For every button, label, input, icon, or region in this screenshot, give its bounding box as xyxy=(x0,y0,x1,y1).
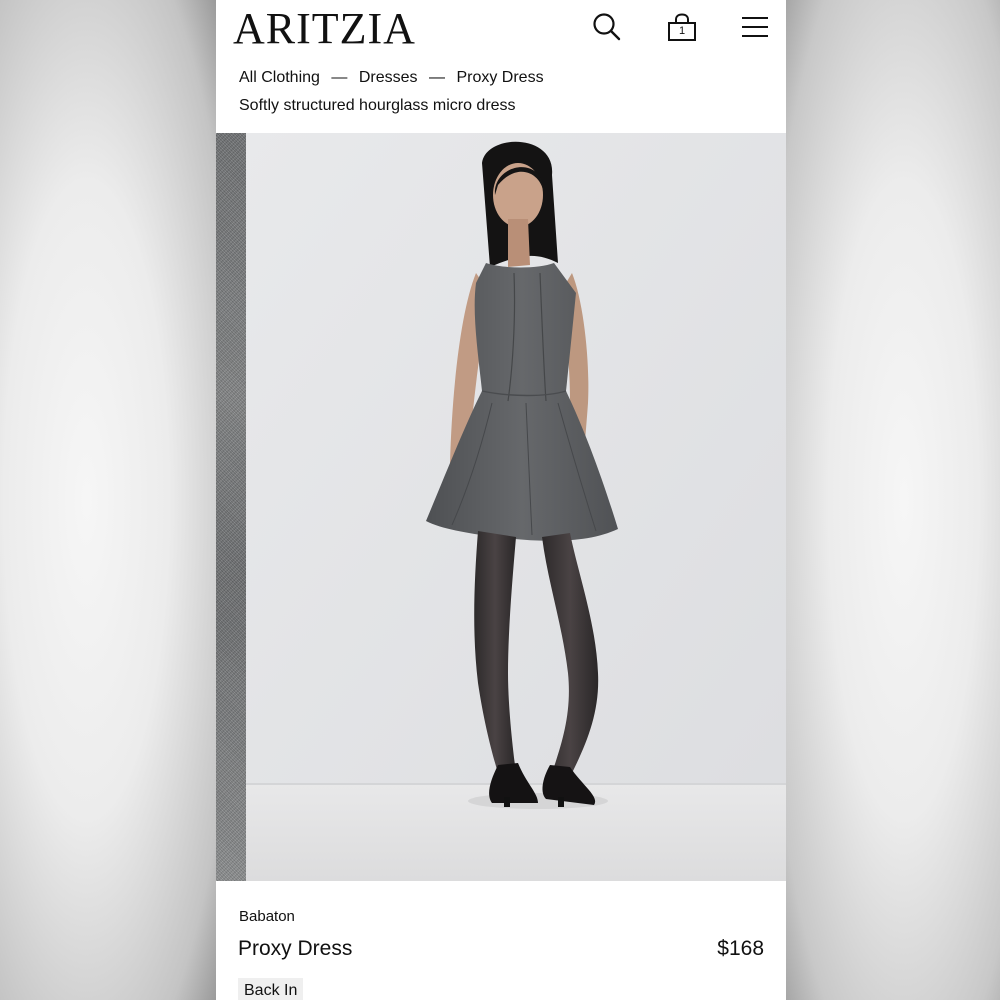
fabric-swatch-image[interactable] xyxy=(216,133,246,881)
site-header: ARITZIA 1 xyxy=(216,0,786,58)
brand-logo[interactable]: ARITZIA xyxy=(233,6,416,52)
product-name: Proxy Dress xyxy=(238,937,353,960)
product-price: $168 xyxy=(717,937,764,960)
model-photo[interactable] xyxy=(246,133,786,881)
breadcrumb-proxy-dress: Proxy Dress xyxy=(456,69,544,86)
breadcrumb: All Clothing — Dresses — Proxy Dress xyxy=(239,67,544,89)
status-badge: Back In xyxy=(238,978,304,1000)
blurred-background-right xyxy=(786,0,1000,1000)
product-image-gallery[interactable] xyxy=(216,133,786,881)
breadcrumb-all-clothing[interactable]: All Clothing xyxy=(239,67,320,89)
product-brand[interactable]: Babaton xyxy=(239,907,295,927)
search-icon[interactable] xyxy=(590,10,624,44)
blurred-background-left xyxy=(0,0,216,1000)
bag-count: 1 xyxy=(678,25,686,37)
bag-icon[interactable]: 1 xyxy=(665,10,699,44)
menu-icon[interactable] xyxy=(738,10,772,44)
product-tagline: Softly structured hourglass micro dress xyxy=(239,97,516,114)
product-page: ARITZIA 1 All Clothing — Dresses — Proxy… xyxy=(216,0,786,1000)
breadcrumb-separator: — xyxy=(331,69,348,86)
breadcrumb-dresses[interactable]: Dresses xyxy=(359,67,418,89)
product-info: Babaton Proxy Dress $168 Back In xyxy=(216,881,786,1000)
breadcrumb-separator: — xyxy=(428,69,445,86)
